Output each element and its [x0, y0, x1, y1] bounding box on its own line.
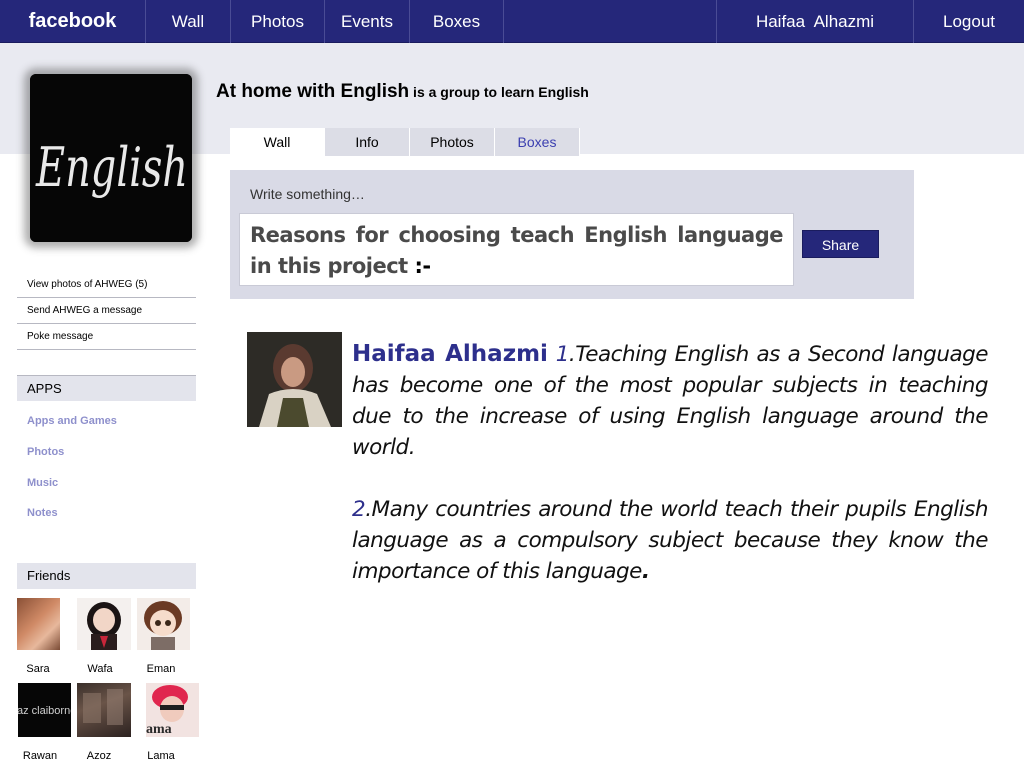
- post-paragraph-1: Haifaa Alhazmi 1.Teaching English as a S…: [352, 339, 989, 463]
- nav-wall[interactable]: Wall: [146, 0, 231, 43]
- post-point-text-2: .Many countries around the world teach t…: [352, 497, 989, 584]
- tab-info[interactable]: Info: [325, 128, 410, 156]
- app-link-music[interactable]: Music: [27, 477, 58, 489]
- composer-textbox[interactable]: Reasons for choosing teach English langu…: [239, 213, 794, 286]
- person-avatar-icon: [247, 332, 342, 427]
- group-description: is a group to learn English: [409, 84, 589, 100]
- friend-photo-azoz[interactable]: [77, 683, 131, 737]
- group-title: At home with English is a group to learn…: [216, 81, 589, 103]
- post-author-name[interactable]: Haifaa Alhazmi: [352, 341, 548, 367]
- friend-photo-wafa[interactable]: [77, 598, 131, 650]
- brand-logo[interactable]: facebook: [0, 0, 146, 43]
- friend-photo-lama[interactable]: ama: [146, 683, 199, 737]
- friend-name-lama[interactable]: Lama: [131, 750, 191, 762]
- friend-name-eman[interactable]: Eman: [131, 663, 191, 675]
- sidebar-link-send-message[interactable]: Send AHWEG a message: [17, 298, 196, 324]
- friend-name-rawan[interactable]: Rawan: [10, 750, 70, 762]
- sidebar-link-poke[interactable]: Poke message: [17, 324, 196, 350]
- app-link-games[interactable]: Apps and Games: [27, 415, 117, 427]
- friend-photo-rawan[interactable]: az claiborne: [18, 683, 71, 737]
- post-composer: Write something… Reasons for choosing te…: [230, 170, 914, 299]
- tab-wall[interactable]: Wall: [230, 128, 325, 156]
- app-link-photos[interactable]: Photos: [27, 446, 64, 458]
- logout-button[interactable]: Logout: [914, 0, 1024, 43]
- nav-photos[interactable]: Photos: [231, 0, 325, 43]
- share-button[interactable]: Share: [802, 230, 879, 258]
- friend-name-sara[interactable]: Sara: [8, 663, 68, 675]
- user-name-link[interactable]: Haifaa Alhazmi: [716, 0, 914, 43]
- friend-photo-text-rawan: az claiborne: [18, 705, 71, 717]
- chalk-text: English: [35, 136, 188, 199]
- composer-prompt: Write something…: [250, 186, 365, 202]
- group-profile-picture[interactable]: English: [30, 74, 192, 242]
- post-point-number-2: 2: [352, 497, 366, 522]
- cartoon-avatar-icon: [144, 601, 182, 650]
- friend-name-wafa[interactable]: Wafa: [70, 663, 130, 675]
- post-point-number-1: 1: [555, 342, 570, 367]
- brand-text-image: az claiborne: [18, 705, 71, 717]
- post-point-end-2: .: [641, 559, 650, 584]
- cartoon-avatar-icon: [87, 602, 121, 650]
- post-content: Haifaa Alhazmi 1.Teaching English as a S…: [352, 339, 989, 618]
- friend-photo-eman[interactable]: [137, 598, 190, 650]
- photo-placeholder-icon: [83, 689, 123, 725]
- composer-text: Reasons for choosing teach English langu…: [250, 223, 784, 278]
- friend-name-azoz[interactable]: Azoz: [69, 750, 129, 762]
- group-name[interactable]: At home with English: [216, 81, 409, 102]
- chalkboard-image: English: [30, 74, 192, 242]
- friends-section-title: Friends: [17, 563, 196, 589]
- tab-photos[interactable]: Photos: [410, 128, 495, 156]
- tab-boxes[interactable]: Boxes: [495, 128, 580, 156]
- friend-photo-sara[interactable]: [17, 598, 60, 650]
- person-photo-icon: ama: [146, 685, 188, 737]
- post-paragraph-2: 2.Many countries around the world teach …: [352, 494, 989, 587]
- nav-events[interactable]: Events: [325, 0, 410, 43]
- friend-photo-text-lama: ama: [146, 722, 172, 737]
- apps-section-title: APPS: [17, 375, 196, 401]
- nav-boxes[interactable]: Boxes: [410, 0, 504, 43]
- post-author-avatar[interactable]: [247, 332, 342, 427]
- app-link-notes[interactable]: Notes: [27, 507, 58, 519]
- sidebar-link-view-photos[interactable]: View photos of AHWEG (5): [17, 272, 196, 298]
- composer-text-end: :-: [414, 254, 432, 278]
- top-navbar: facebook Wall Photos Events Boxes Haifaa…: [0, 0, 1024, 43]
